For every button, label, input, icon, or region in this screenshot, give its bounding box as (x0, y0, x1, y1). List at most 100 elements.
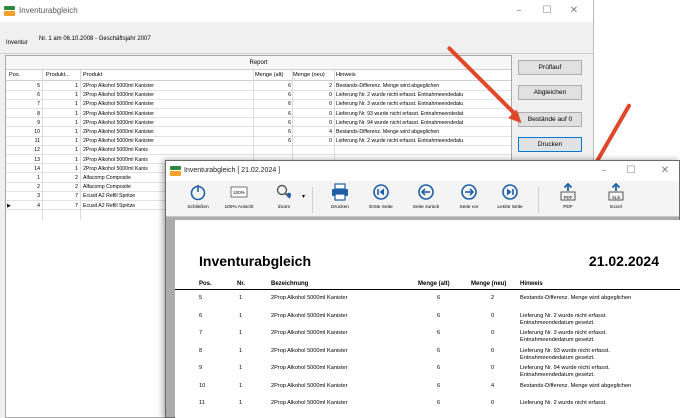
doc-cell-menge-neu: 4 (491, 382, 495, 389)
doc-col-nr: Nr. (237, 281, 246, 287)
doc-cell-menge-neu: 0 (491, 330, 495, 336)
maximize-button[interactable]: ☐ (536, 4, 558, 18)
cell-produkt: 2Prop Alkohol 5000ml Kanis (83, 147, 148, 154)
table-row[interactable]: 11 1 2Prop Alkohol 5000ml Kanister 6 0 Liefer… (6, 137, 511, 146)
zoom-100-badge: 100% (233, 190, 245, 195)
cell-menge-neu: 4 (329, 129, 332, 135)
col-header-pos[interactable]: Pos. (9, 72, 20, 78)
letzte-seite-button[interactable]: Letzte Seite (492, 183, 528, 215)
tool-label: 100% Ansicht (224, 205, 254, 210)
report-title: Report (6, 56, 511, 70)
doc-row: 7 1 2Prop Alkohol 5000ml Kanister 6 0 Lieferu… (175, 329, 680, 347)
power-icon (190, 185, 206, 201)
doc-cell-hinweis: Bestands-Differenz. Menge wird abgeglich… (520, 382, 632, 389)
cell-menge-alt: 6 (288, 83, 291, 89)
doc-cell-menge-alt: 6 (437, 400, 441, 406)
doc-cell-pos: 5 (199, 295, 203, 301)
table-row[interactable]: 9 1 2Prop Alkohol 5000ml Kanister 6 0 Lieferu… (6, 119, 511, 128)
zoom-dropdown-chevron-icon[interactable]: ▾ (302, 193, 305, 200)
table-row[interactable]: 8 1 2Prop Alkohol 5000ml Kanister 6 0 Lieferu… (6, 110, 511, 119)
table-row[interactable]: 12 1 2Prop Alkohol 5000ml Kanis (6, 146, 511, 155)
doc-cell-nr: 1 (239, 295, 243, 301)
doc-title: Inventurabgleich (199, 253, 312, 269)
cell-produkt-nr: 1 (75, 92, 78, 99)
cell-produkt-nr: 1 (75, 156, 78, 163)
doc-cell-nr: 1 (239, 365, 243, 371)
close-button[interactable]: ✕ (563, 4, 585, 18)
col-header-produkt-nr[interactable]: Produkt... (46, 72, 70, 78)
doc-cell-hinweis: Lieferung Nr. 3 wurde nicht erfasst. Ent… (520, 330, 607, 343)
inventur-label: Inventur (6, 40, 28, 46)
cell-menge-alt: 6 (288, 129, 291, 135)
doc-cell-menge-alt: 6 (437, 295, 441, 301)
pdf-badge: PDF (563, 195, 573, 200)
table-row[interactable]: 5 1 2Prop Alkohol 5000ml Kanister 6 2 Bestand… (6, 82, 511, 91)
cell-menge-alt: 6 (288, 101, 291, 108)
doc-col-bezeichnung: Bezeichnung (271, 281, 309, 287)
seite-zurueck-button[interactable]: Seite zurück (408, 183, 444, 215)
cell-menge-neu: 0 (329, 119, 332, 126)
doc-cell-hinweis: Lieferung Nr. 2 wurde nicht erfasst. (520, 400, 607, 406)
pdf-export-button[interactable]: PDF PDF (554, 183, 582, 215)
inventur-bar: Inventur Nr. 1 am 06.10.2008 - Geschäfts… (0, 22, 593, 54)
doc-header: Pos. Nr. Bezeichnung Menge (alt) Menge (… (175, 279, 680, 290)
table-row[interactable]: 6 1 2Prop Alkohol 5000ml Kanister 6 0 Lieferu… (6, 91, 511, 100)
zoom-button[interactable]: Zoom (270, 183, 298, 215)
ansicht-100-button[interactable]: 100% 100% Ansicht (222, 183, 256, 215)
drucken-tool-button[interactable]: Drucken (326, 183, 354, 215)
cell-pos: 4 (37, 202, 40, 209)
cell-menge-neu: 0 (329, 101, 332, 108)
pruflauf-button[interactable]: Prüflauf (518, 60, 582, 75)
doc-col-pos: Pos. (199, 281, 212, 287)
next-page-icon (461, 184, 477, 200)
doc-cell-pos: 7 (199, 330, 203, 336)
col-header-hinweis[interactable]: Hinweis (336, 72, 356, 78)
cell-menge-neu: 0 (329, 92, 332, 99)
cell-produkt: 2Prop Alkohol 5000ml Kanister (83, 129, 154, 135)
doc-row: 10 1 2Prop Alkohol 5000ml Kanister 6 4 Bestan… (175, 382, 680, 400)
preview-close-button[interactable]: ✕ (654, 164, 676, 178)
cell-hinweis: Lieferung Nr. 2 wurde nicht erfasst. Ent… (336, 92, 464, 99)
cell-menge-alt: 6 (288, 92, 291, 99)
excel-badge: XLS (611, 195, 621, 200)
col-header-produkt[interactable]: Produkt (83, 72, 102, 78)
erste-seite-button[interactable]: Erste Seite (364, 183, 398, 215)
drucken-button[interactable]: Drucken (518, 137, 582, 152)
cell-produkt: 2Prop Alkohol 5000ml Kanister (83, 110, 154, 117)
cell-pos: 11 (34, 138, 40, 145)
doc-cell-bezeichnung: 2Prop Alkohol 5000ml Kanister (271, 347, 348, 354)
doc-cell-bezeichnung: 2Prop Alkohol 5000ml Kanister (271, 382, 348, 389)
preview-minimize-button[interactable]: – (593, 164, 615, 178)
doc-cell-hinweis: Lieferung Nr. 2 wurde nicht erfasst. Ent… (520, 312, 607, 326)
doc-cell-menge-alt: 6 (437, 330, 441, 336)
doc-cell-hinweis: Lieferung Nr. 94 wurde nicht erfasst. En… (520, 365, 610, 378)
doc-row: 11 1 2Prop Alkohol 5000ml Kanister 6 0 Liefer… (175, 399, 680, 417)
report-page: Inventurabgleich 21.02.2024 Pos. Nr. Bez… (175, 220, 680, 418)
doc-cell-menge-alt: 6 (437, 312, 441, 319)
doc-cell-menge-alt: 6 (437, 365, 441, 371)
doc-col-menge-neu: Menge (neu) (471, 281, 507, 287)
seite-vor-button[interactable]: Seite vor (454, 183, 484, 215)
table-row[interactable]: 7 1 2Prop Alkohol 5000ml Kanister 6 0 Lieferu… (6, 100, 511, 109)
cell-pos: 12 (34, 147, 40, 154)
doc-cell-pos: 9 (199, 365, 203, 371)
doc-cell-pos: 6 (199, 312, 203, 319)
col-header-menge-neu[interactable]: Menge (neu) (293, 72, 325, 78)
doc-row: 5 1 2Prop Alkohol 5000ml Kanister 6 2 Bestand… (175, 294, 680, 312)
cell-produkt-nr: 7 (75, 193, 78, 200)
abgleichen-button[interactable]: Abgleichen (518, 85, 582, 100)
tool-label: Erste Seite (369, 205, 393, 210)
col-header-menge-alt[interactable]: Menge (alt) (255, 72, 283, 78)
minimize-button[interactable]: – (508, 4, 530, 18)
excel-export-button[interactable]: XLS Excel (602, 183, 630, 215)
cell-pos: 3 (37, 193, 40, 200)
cell-produkt-nr: 1 (75, 129, 78, 135)
doc-cell-pos: 8 (199, 347, 203, 354)
schliessen-button[interactable]: Schließen (184, 183, 212, 215)
cell-pos: 9 (37, 119, 40, 126)
table-row[interactable]: 10 1 2Prop Alkohol 5000ml Kanister 6 4 Bestan… (6, 128, 511, 137)
preview-maximize-button[interactable]: ☐ (620, 164, 642, 178)
cell-produkt: 2Prop Alkohol 5000ml Kanister (83, 138, 154, 145)
bestande-auf-0-button[interactable]: Bestände auf 0 (518, 112, 582, 127)
magnifier-icon (276, 184, 292, 199)
